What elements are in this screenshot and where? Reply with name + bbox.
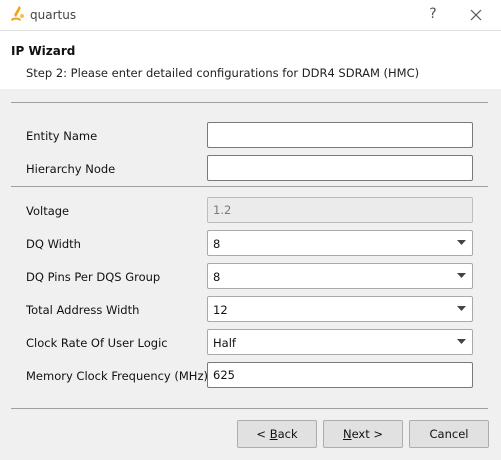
total-address-width-value: 12 [213,303,228,317]
chevron-down-icon [457,273,466,278]
wizard-header: IP Wizard Step 2: Please enter detailed … [0,31,501,89]
back-button-mnemonic: B [269,427,278,441]
back-button-suffix: ack [277,427,298,441]
hierarchy-node-label: Hierarchy Node [26,162,116,176]
clock-rate-value: Half [213,336,236,350]
help-button[interactable]: ? [424,5,442,23]
dq-pins-per-dqs-label: DQ Pins Per DQS Group [26,270,161,284]
chevron-down-icon [457,240,466,245]
quartus-logo-icon [11,6,24,21]
next-button-mnemonic: N [342,427,352,441]
section-divider [11,186,488,187]
wizard-title: IP Wizard [11,44,76,58]
dq-width-label: DQ Width [26,237,81,251]
dq-pins-per-dqs-value: 8 [213,270,221,284]
dq-width-select[interactable]: 8 [207,230,473,256]
voltage-input [207,197,473,223]
hierarchy-node-input[interactable] [207,155,473,181]
clock-rate-select[interactable]: Half [207,329,473,355]
close-icon[interactable] [466,5,486,25]
window-title: quartus [30,8,77,22]
clock-rate-label: Clock Rate Of User Logic [26,336,168,350]
cancel-button[interactable]: Cancel [409,420,489,448]
voltage-label: Voltage [26,204,70,218]
dq-width-value: 8 [213,237,221,251]
chevron-down-icon [457,306,466,311]
total-address-width-select[interactable]: 12 [207,296,473,322]
wizard-body: Entity Name Hierarchy Node Voltage DQ Wi… [0,89,501,460]
footer-divider [11,408,488,409]
title-bar: quartus ? [0,0,501,31]
next-button-suffix: ext > [351,427,384,441]
back-button-prefix: < [256,427,270,441]
next-button[interactable]: Next > [323,420,403,448]
dq-pins-per-dqs-select[interactable]: 8 [207,263,473,289]
entity-name-input[interactable] [207,122,473,148]
memory-clock-frequency-input[interactable] [207,362,473,388]
back-button[interactable]: < Back [237,420,317,448]
chevron-down-icon [457,339,466,344]
total-address-width-label: Total Address Width [26,303,140,317]
memory-clock-frequency-label: Memory Clock Frequency (MHz) [26,369,208,383]
wizard-step-description: Step 2: Please enter detailed configurat… [26,66,420,80]
header-divider [11,102,488,103]
entity-name-label: Entity Name [26,129,98,143]
